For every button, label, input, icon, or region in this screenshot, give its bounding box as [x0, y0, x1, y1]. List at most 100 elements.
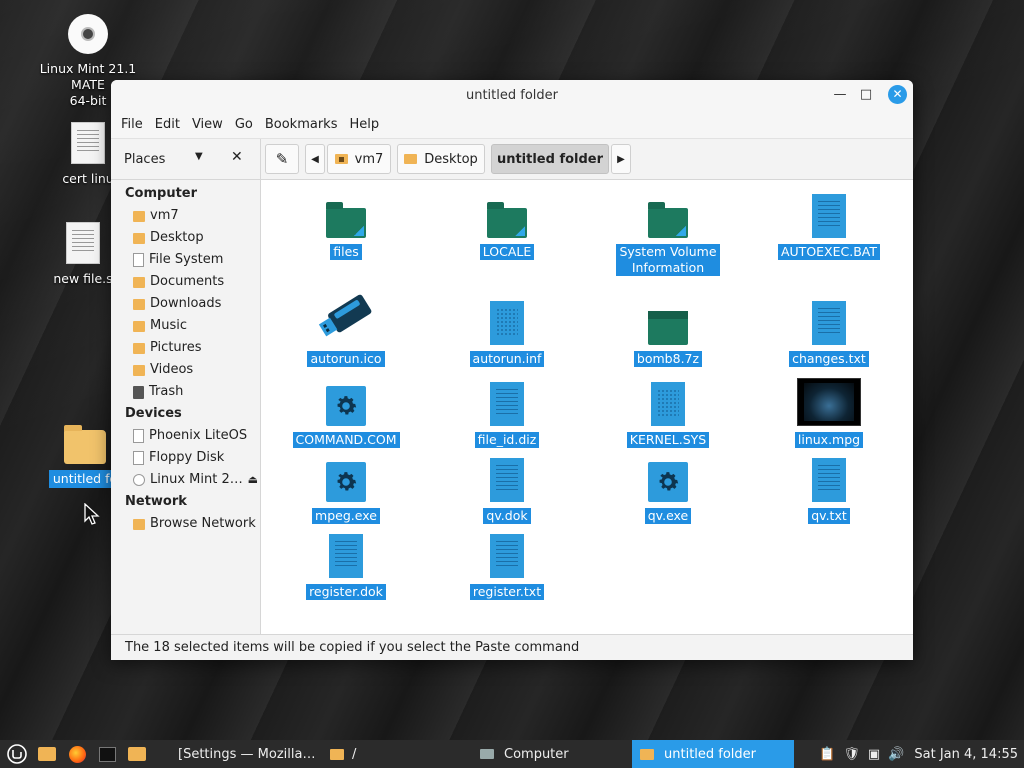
path-button-vm7[interactable]: vm7 [327, 144, 391, 174]
taskbar-task-untitled-folder[interactable]: untitled folder [632, 740, 794, 768]
file-item-autoexec-bat[interactable]: AUTOEXEC.BAT [749, 190, 909, 260]
volume-icon[interactable]: 🔊 [888, 747, 904, 762]
file-item-bomb8-7z[interactable]: bomb8.7z [588, 297, 748, 367]
network-icon [133, 518, 145, 530]
sidebar-item-phoenix-liteos[interactable]: Phoenix LiteOS [111, 425, 260, 447]
minimize-button[interactable]: — [831, 86, 849, 104]
file-item-locale[interactable]: LOCALE [427, 190, 587, 260]
path-bar: ✎ ◀ vm7 Desktop untitled folder ▶ [261, 139, 913, 179]
sidebar-header-devices: Devices [125, 406, 182, 421]
file-label: changes.txt [789, 351, 869, 367]
sidebar-item-floppy-disk[interactable]: Floppy Disk [111, 447, 260, 469]
menu-go[interactable]: Go [229, 117, 259, 132]
file-item-autorun-ico[interactable]: autorun.ico [266, 285, 426, 367]
sidebar-item-desktop[interactable]: Desktop [111, 227, 260, 249]
path-label: untitled folder [496, 151, 604, 167]
sidebar-item-trash[interactable]: Trash [111, 381, 260, 403]
sidebar-item-downloads[interactable]: Downloads [111, 293, 260, 315]
places-close-icon[interactable]: ✕ [231, 149, 243, 165]
file-item-qv-exe[interactable]: qv.exe [588, 454, 748, 524]
sidebar-item-label: Downloads [150, 296, 222, 311]
path-button-desktop[interactable]: Desktop [397, 144, 485, 174]
file-item-linux-mpg[interactable]: linux.mpg [749, 378, 909, 448]
sidebar-item-label: vm7 [150, 208, 179, 223]
sidebar-item-file-system[interactable]: File System [111, 249, 260, 271]
path-button-untitled-folder[interactable]: untitled folder [491, 144, 609, 174]
sidebar-item-label: Music [150, 318, 187, 333]
menu-edit[interactable]: Edit [149, 117, 186, 132]
trash-icon [133, 385, 144, 399]
menu-help[interactable]: Help [343, 117, 385, 132]
file-label: qv.txt [808, 508, 850, 524]
file-item-mpeg-exe[interactable]: mpeg.exe [266, 454, 426, 524]
file-item-system-volume-information[interactable]: System Volume Information [588, 190, 748, 276]
menu-file[interactable]: File [115, 117, 149, 132]
file-item-qv-txt[interactable]: qv.txt [749, 454, 909, 524]
menu-view[interactable]: View [186, 117, 229, 132]
toolbar: Places ▼ ✕ ✎ ◀ vm7 Desktop untitled fold… [111, 138, 913, 180]
sidebar-item-label: Floppy Disk [149, 450, 225, 465]
documents-folder-icon [133, 276, 145, 288]
files-launcher-icon[interactable] [36, 744, 58, 764]
folder-launcher-icon[interactable] [126, 744, 148, 764]
folder-icon [640, 748, 654, 760]
sidebar-item-pictures[interactable]: Pictures [111, 337, 260, 359]
file-label: System Volume Information [616, 244, 720, 276]
places-sidebar: Computer vm7 Desktop File System Documen… [111, 180, 261, 634]
eject-icon[interactable]: ⏏ [248, 469, 258, 491]
clipboard-icon[interactable]: 📋 [819, 747, 835, 762]
titlebar[interactable]: untitled folder — □ ✕ [111, 80, 913, 110]
path-label: vm7 [354, 151, 384, 167]
gear-icon [648, 462, 688, 502]
taskbar-task-root[interactable]: / [322, 740, 472, 768]
edit-location-button[interactable]: ✎ [265, 144, 299, 174]
sidebar-item-documents[interactable]: Documents [111, 271, 260, 293]
file-item-file-id-diz[interactable]: file_id.diz [427, 378, 587, 448]
music-folder-icon [133, 320, 145, 332]
folder-icon [330, 748, 344, 760]
file-item-files[interactable]: files [266, 190, 426, 260]
mint-menu-icon[interactable] [6, 744, 28, 764]
folder-icon [404, 154, 418, 164]
file-item-command-com[interactable]: COMMAND.COM [266, 378, 426, 448]
close-button[interactable]: ✕ [888, 85, 907, 104]
desktop-icon-label: cert linu [62, 171, 114, 186]
maximize-button[interactable]: □ [857, 86, 875, 104]
archive-icon [648, 311, 688, 345]
file-item-kernel-sys[interactable]: KERNEL.SYS [588, 378, 748, 448]
drive-icon [133, 429, 144, 443]
document-icon [66, 222, 100, 264]
taskbar: [Settings — Mozilla… / Computer untitled… [0, 740, 1024, 768]
file-item-register-dok[interactable]: register.dok [266, 530, 426, 600]
file-item-register-txt[interactable]: register.txt [427, 530, 587, 600]
file-item-changes-txt[interactable]: changes.txt [749, 297, 909, 367]
path-back-button[interactable]: ◀ [305, 144, 325, 174]
file-label: qv.exe [644, 508, 692, 524]
file-item-autorun-inf[interactable]: autorun.inf [427, 297, 587, 367]
shield-icon[interactable]: 🛡 [843, 747, 860, 762]
sidebar-item-vm7[interactable]: vm7 [111, 205, 260, 227]
network-icon[interactable]: ▣ [868, 747, 880, 762]
path-label: Desktop [424, 151, 478, 167]
menu-bookmarks[interactable]: Bookmarks [259, 117, 344, 132]
taskbar-task-firefox-settings[interactable]: [Settings — Mozilla… [162, 740, 322, 768]
places-header: Places ▼ ✕ [111, 139, 261, 179]
document-icon [812, 458, 846, 502]
file-item-qv-dok[interactable]: qv.dok [427, 454, 587, 524]
clock[interactable]: Sat Jan 4, 14:55 [914, 747, 1018, 762]
sidebar-item-music[interactable]: Music [111, 315, 260, 337]
sidebar-item-videos[interactable]: Videos [111, 359, 260, 381]
terminal-launcher-icon[interactable] [96, 744, 118, 764]
path-forward-button[interactable]: ▶ [611, 144, 631, 174]
taskbar-task-computer[interactable]: Computer [472, 740, 632, 768]
task-label: untitled folder [664, 746, 757, 762]
firefox-launcher-icon[interactable] [66, 744, 88, 764]
file-manager-window: untitled folder — □ ✕ File Edit View Go … [111, 80, 913, 660]
file-view[interactable]: files LOCALE System Volume Information A… [261, 180, 913, 634]
file-label: register.txt [469, 584, 545, 600]
document-icon [71, 122, 105, 164]
sidebar-item-browse-network[interactable]: Browse Network [111, 513, 260, 535]
folder-icon [133, 232, 145, 244]
sidebar-item-linux-mint[interactable]: Linux Mint 2… ⏏ [111, 469, 260, 491]
places-dropdown-icon[interactable]: ▼ [195, 151, 203, 162]
